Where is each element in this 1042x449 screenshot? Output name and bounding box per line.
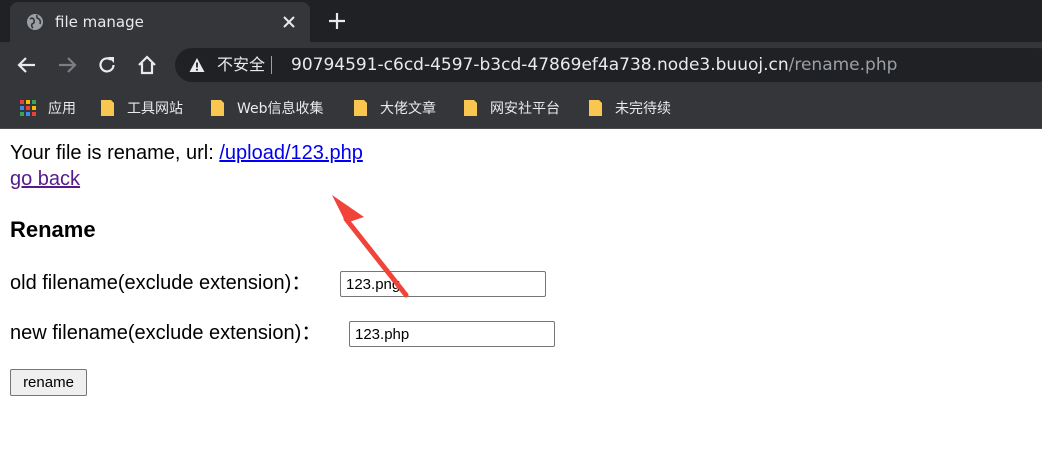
browser-tab[interactable]: file manage [10,2,310,42]
bookmark-label: 未完待续 [615,101,671,117]
bookmark-label: 应用 [48,101,76,117]
forward-arrow-icon[interactable] [56,54,78,76]
bookmark-label: 大佬文章 [380,101,436,117]
bookmark-folder[interactable]: 大佬文章 [353,97,436,119]
bookmark-label: 网安社平台 [490,101,560,117]
rename-button[interactable]: rename [10,369,87,396]
tab-title: file manage [55,13,144,31]
bookmark-folder[interactable]: 工具网站 [100,97,183,119]
address-bar[interactable]: 不安全 90794591-c6cd-4597-b3cd-47869ef4a738… [175,48,1042,82]
folder-icon [464,100,477,116]
new-filename-input[interactable] [349,321,555,347]
tab-strip: file manage [0,0,1042,42]
browser-toolbar: 不安全 90794591-c6cd-4597-b3cd-47869ef4a738… [0,42,1042,88]
apps-grid-icon [20,100,36,116]
section-heading: Rename [10,217,96,242]
folder-icon [589,100,602,116]
bookmark-label: Web信息收集 [237,101,324,117]
folder-icon [354,100,367,116]
go-back-link[interactable]: go back [10,167,80,191]
security-status[interactable]: 不安全 [217,56,265,74]
globe-icon [27,14,43,30]
home-icon[interactable] [136,54,158,76]
result-message: Your file is rename, url: /upload/123.ph… [10,141,363,165]
url-host: 90794591-c6cd-4597-b3cd-47869ef4a738.nod… [291,55,789,75]
annotation-arrow [332,195,409,298]
old-filename-label: old filename(exclude extension)： [10,272,312,294]
reload-icon[interactable] [96,54,118,76]
warning-icon [189,58,205,72]
folder-icon [211,100,224,116]
bookmark-apps[interactable]: 应用 [20,97,76,119]
url-text[interactable]: 90794591-c6cd-4597-b3cd-47869ef4a738.nod… [291,56,897,74]
bookmark-folder[interactable]: 未完待续 [588,97,671,119]
bookmark-folder[interactable]: 网安社平台 [463,97,560,119]
result-prefix: Your file is rename, url: [10,142,220,164]
address-separator [271,56,272,74]
url-path: /rename.php [788,55,898,75]
bookmark-folder[interactable]: Web信息收集 [210,97,324,119]
new-filename-label: new filename(exclude extension)： [10,322,322,344]
page-content: Your file is rename, url: /upload/123.ph… [0,129,1042,449]
new-tab-icon[interactable] [327,11,347,31]
folder-icon [101,100,114,116]
bookmarks-bar: 应用 工具网站 Web信息收集 大佬文章 网安社平台 未完待续 [0,88,1042,129]
bookmark-label: 工具网站 [127,101,183,117]
close-icon[interactable] [280,13,298,31]
back-arrow-icon[interactable] [16,54,38,76]
